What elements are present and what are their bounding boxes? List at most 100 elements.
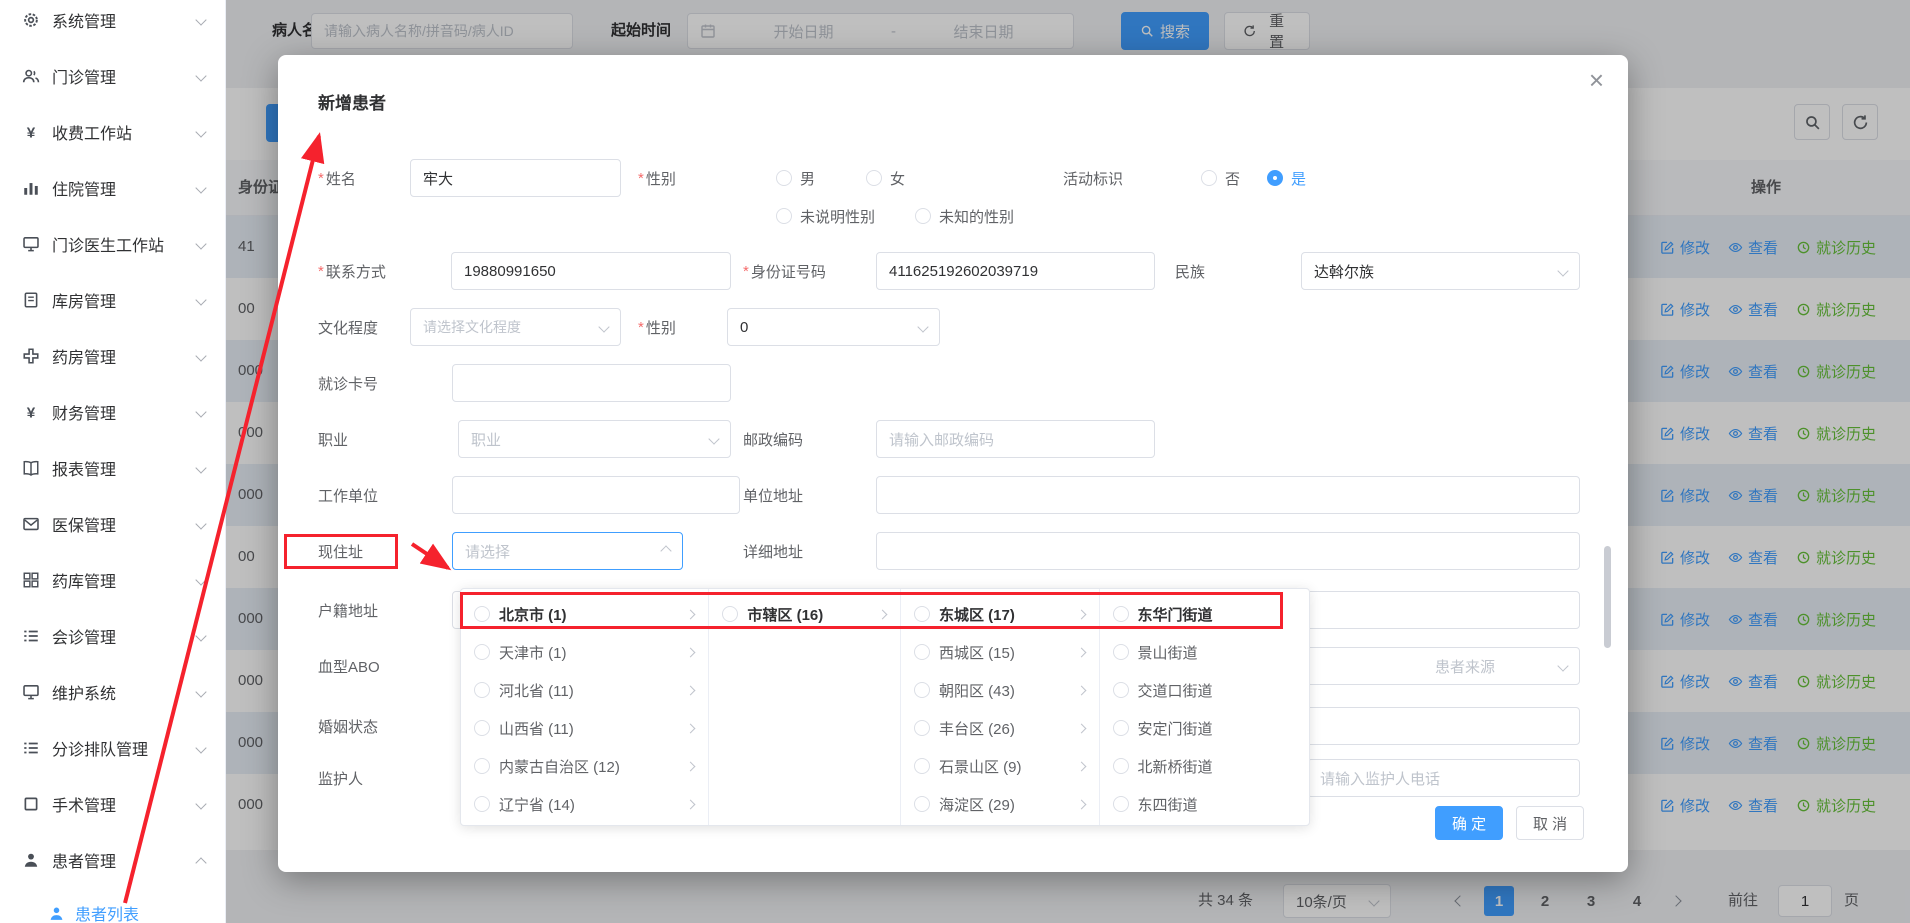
education-select[interactable]: 请选择文化程度	[410, 308, 621, 346]
radio-icon	[1201, 170, 1217, 186]
name-input[interactable]: 牢大	[410, 159, 621, 197]
active-flag-no-radio[interactable]: 否	[1201, 159, 1240, 197]
chevron-right-icon	[1076, 647, 1086, 657]
cascader-option[interactable]: 市辖区 (16)	[709, 595, 900, 633]
chevron-icon	[195, 70, 206, 81]
postal-code-label: 邮政编码	[743, 420, 803, 458]
cascader-option[interactable]: 北京市 (1)	[461, 595, 708, 633]
contact-input[interactable]: 19880991650	[451, 252, 731, 290]
unit-address-input[interactable]	[876, 476, 1580, 514]
chevron-icon	[195, 182, 206, 193]
radio-icon	[474, 606, 490, 622]
radio-icon	[474, 796, 490, 812]
ethnicity-select[interactable]: 达斡尔族	[1301, 252, 1580, 290]
sidebar-item-0[interactable]: 系统管理	[0, 0, 225, 48]
radio-icon	[1113, 796, 1129, 812]
active-flag-yes-radio[interactable]: 是	[1267, 159, 1306, 197]
detail-address-label: 详细地址	[743, 532, 803, 570]
dialog-title: 新增患者	[318, 89, 386, 114]
chevron-icon	[195, 294, 206, 305]
id-number-input[interactable]: 411625192602039719	[876, 252, 1155, 290]
menu-icon	[22, 67, 40, 85]
chevron-right-icon	[1076, 685, 1086, 695]
registered-address-label: 户籍地址	[318, 591, 378, 629]
chevron-icon	[195, 350, 206, 361]
sidebar-item-9[interactable]: 医保管理	[0, 496, 225, 552]
cascader-option[interactable]: 景山街道	[1100, 633, 1310, 671]
gender-unknown-radio[interactable]: 未知的性别	[915, 197, 1014, 235]
gender-female-radio[interactable]: 女	[866, 159, 905, 197]
close-icon[interactable]: ×	[1589, 67, 1604, 93]
sidebar-item-12[interactable]: 维护系统	[0, 664, 225, 720]
radio-icon	[1113, 758, 1129, 774]
confirm-button[interactable]: 确 定	[1435, 806, 1503, 840]
gender-select-label: 性别	[638, 308, 676, 346]
cascader-option[interactable]: 天津市 (1)	[461, 633, 708, 671]
occupation-select[interactable]: 职业	[458, 420, 731, 458]
cascader-option[interactable]: 海淀区 (29)	[901, 785, 1099, 823]
cascader-option[interactable]: 安定门街道	[1100, 709, 1310, 747]
cascader-option[interactable]: 内蒙古自治区 (12)	[461, 747, 708, 785]
radio-icon	[1113, 682, 1129, 698]
cascader-option[interactable]: 东华门街道	[1100, 595, 1310, 633]
guardian-phone-input[interactable]: 请输入监护人电话	[1307, 759, 1580, 797]
cascader-option[interactable]: 朝阳区 (43)	[901, 671, 1099, 709]
postal-code-input[interactable]: 请输入邮政编码	[876, 420, 1155, 458]
chevron-right-icon	[686, 647, 696, 657]
cancel-button[interactable]: 取 消	[1516, 806, 1584, 840]
cascader-option[interactable]: 北新桥街道	[1100, 747, 1310, 785]
sidebar-item-1[interactable]: 门诊管理	[0, 48, 225, 104]
cascader-option[interactable]: 东四街道	[1100, 785, 1310, 823]
menu-icon	[22, 459, 40, 477]
sidebar-item-4[interactable]: 门诊医生工作站	[0, 216, 225, 272]
chevron-right-icon	[1076, 723, 1086, 733]
gender-unstated-radio[interactable]: 未说明性别	[776, 197, 875, 235]
sidebar-item-2[interactable]: 收费工作站	[0, 104, 225, 160]
name-label: 姓名	[318, 159, 356, 197]
chevron-right-icon	[1076, 609, 1086, 619]
education-label: 文化程度	[318, 308, 378, 346]
address-cascader-dropdown: 北京市 (1) 天津市 (1) 河北省 (11) 山西省 (11) 内蒙古自治区…	[460, 588, 1310, 826]
chevron-icon	[195, 574, 206, 585]
sidebar-item-14[interactable]: 手术管理	[0, 776, 225, 832]
radio-icon	[914, 682, 930, 698]
cascader-option[interactable]: 西城区 (15)	[901, 633, 1099, 671]
visit-card-input[interactable]	[452, 364, 731, 402]
chevron-icon	[195, 686, 206, 697]
chevron-right-icon	[1076, 799, 1086, 809]
radio-icon	[914, 644, 930, 660]
sidebar-item-11[interactable]: 会诊管理	[0, 608, 225, 664]
sidebar-item-13[interactable]: 分诊排队管理	[0, 720, 225, 776]
menu-icon	[22, 179, 40, 197]
sidebar-item-10[interactable]: 药库管理	[0, 552, 225, 608]
cascader-option[interactable]: 山西省 (11)	[461, 709, 708, 747]
chevron-up-icon	[660, 545, 671, 556]
sidebar-item-15[interactable]: 患者管理	[0, 832, 225, 888]
cascader-option[interactable]: 丰台区 (26)	[901, 709, 1099, 747]
cascader-option[interactable]: 河北省 (11)	[461, 671, 708, 709]
sidebar-item-5[interactable]: 库房管理	[0, 272, 225, 328]
modal-scrollbar[interactable]	[1604, 546, 1611, 648]
sidebar-item-7[interactable]: 财务管理	[0, 384, 225, 440]
chevron-right-icon	[686, 761, 696, 771]
sidebar-item-6[interactable]: 药房管理	[0, 328, 225, 384]
sidebar-item-8[interactable]: 报表管理	[0, 440, 225, 496]
current-address-cascader-input[interactable]: 请选择	[452, 532, 683, 570]
work-unit-input[interactable]	[452, 476, 740, 514]
radio-icon	[914, 758, 930, 774]
menu-icon	[22, 683, 40, 701]
sidebar-item-patient-list[interactable]: 患者列表	[0, 893, 225, 923]
menu-icon	[22, 403, 40, 421]
menu-icon	[22, 851, 40, 869]
radio-icon	[776, 170, 792, 186]
cascader-option[interactable]: 东城区 (17)	[901, 595, 1099, 633]
detail-address-input[interactable]	[876, 532, 1580, 570]
gender-select[interactable]: 0	[727, 308, 940, 346]
sidebar-item-3[interactable]: 住院管理	[0, 160, 225, 216]
menu-icon	[22, 627, 40, 645]
cascader-option[interactable]: 石景山区 (9)	[901, 747, 1099, 785]
cascader-column-1: 北京市 (1) 天津市 (1) 河北省 (11) 山西省 (11) 内蒙古自治区…	[461, 589, 709, 825]
gender-male-radio[interactable]: 男	[776, 159, 815, 197]
cascader-option[interactable]: 辽宁省 (14)	[461, 785, 708, 823]
cascader-option[interactable]: 交道口街道	[1100, 671, 1310, 709]
